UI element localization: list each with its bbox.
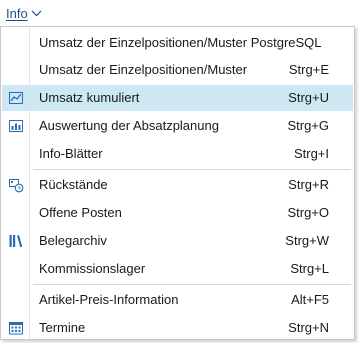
menu-item-label: Umsatz kumuliert [39, 90, 140, 105]
backorder-icon [8, 177, 24, 193]
menu-item-umsatz-kumuliert[interactable]: Umsatz kumuliert Strg+U [2, 85, 353, 111]
menu-item-label: Kommissionslager [39, 261, 146, 276]
info-menu-label: Info [6, 5, 28, 21]
chevron-down-icon [31, 10, 42, 17]
menu-item-shortcut: Strg+O [287, 205, 329, 220]
menu-separator [33, 169, 351, 170]
menu-item-shortcut: Strg+W [285, 233, 329, 248]
menu-item-offene-posten[interactable]: Offene Posten Strg+O [2, 200, 353, 226]
menu-item-kommissionslager[interactable]: Kommissionslager Strg+L [2, 256, 353, 282]
menu-item-rueckstaende[interactable]: Rückstände Strg+R [2, 172, 353, 198]
menu-item-shortcut: Strg+E [288, 62, 329, 77]
menu-item-label: Info-Blätter [39, 146, 103, 161]
line-chart-icon [8, 90, 24, 106]
menubar: Info [0, 0, 359, 26]
menu-item-label: Artikel-Preis-Information [39, 292, 179, 307]
archive-icon [8, 233, 24, 249]
menu-item-shortcut: Strg+N [288, 320, 329, 335]
info-menu-button[interactable]: Info [3, 1, 45, 25]
menu-item-shortcut: Strg+G [287, 118, 329, 133]
menu-item-shortcut: Strg+L [290, 261, 329, 276]
menu-item-shortcut: Strg+U [288, 90, 329, 105]
menu-item-info-blaetter[interactable]: Info-Blätter Strg+I [2, 141, 353, 167]
menu-item-label: Umsatz der Einzelpositionen/Muster [39, 62, 248, 77]
menu-item-label: Belegarchiv [39, 233, 107, 248]
menu-item-label: Auswertung der Absatzplanung [39, 118, 219, 133]
menu-separator [33, 284, 351, 285]
calendar-icon [8, 320, 24, 336]
menu-item-label: Offene Posten [39, 205, 122, 220]
menu-item-shortcut: Strg+I [293, 146, 329, 161]
menu-item-shortcut: Alt+F5 [291, 292, 329, 307]
menu-item-auswertung-absatzplanung[interactable]: Auswertung der Absatzplanung Strg+G [2, 113, 353, 139]
menu-item-label: Umsatz der Einzelpositionen/Muster Postg… [39, 35, 322, 50]
menu-item-termine[interactable]: Termine Strg+N [2, 315, 353, 341]
menu-item-umsatz-einzelpositionen[interactable]: Umsatz der Einzelpositionen/Muster Strg+… [2, 57, 353, 83]
menu-item-label: Rückstände [39, 177, 108, 192]
menu-item-umsatz-postgresql[interactable]: Umsatz der Einzelpositionen/Muster Postg… [2, 30, 353, 56]
menu-item-label: Termine [39, 320, 86, 335]
bar-chart-icon [8, 118, 24, 134]
info-dropdown-menu: Umsatz der Einzelpositionen/Muster Postg… [0, 26, 355, 340]
menu-item-shortcut: Strg+R [288, 177, 329, 192]
menu-item-artikel-preis-information[interactable]: Artikel-Preis-Information Alt+F5 [2, 287, 353, 313]
menu-item-belegarchiv[interactable]: Belegarchiv Strg+W [2, 228, 353, 254]
